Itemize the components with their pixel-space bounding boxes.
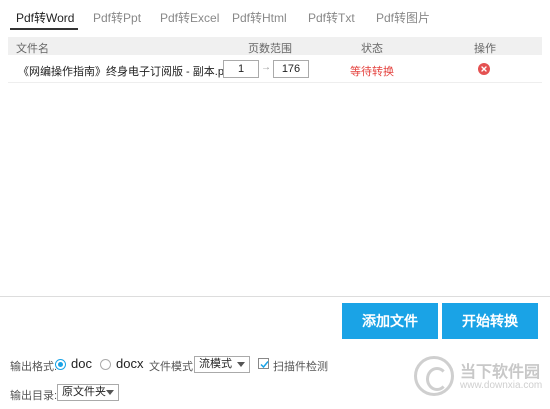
tab-pdf-to-word[interactable]: Pdf转Word [16,9,74,26]
file-mode-select[interactable]: 流模式 [194,356,250,373]
scan-detect-label[interactable]: 扫描件检测 [273,358,328,374]
tab-pdf-to-html[interactable]: Pdf转Html [232,9,287,26]
tab-pdf-to-image[interactable]: Pdf转图片 [376,9,430,26]
output-dir-value: 原文件夹 [62,386,106,398]
output-format-label: 输出格式: [10,361,58,373]
status-badge: 等待转换 [350,66,394,78]
tab-pdf-to-ppt[interactable]: Pdf转Ppt [93,9,141,26]
file-mode-value: 流模式 [199,358,232,370]
scan-detect-checkbox[interactable] [258,358,269,369]
chevron-down-icon [237,362,245,367]
output-dir-select[interactable]: 原文件夹 [57,384,119,401]
watermark-text: 当下软件园 [460,364,541,381]
format-doc-label[interactable]: doc [71,356,92,371]
file-table-header: 文件名 页数范围 状态 操作 [8,37,542,55]
add-file-button[interactable]: 添加文件 [342,303,438,339]
active-tab-indicator [10,28,78,30]
format-docx-label[interactable]: docx [116,356,143,371]
chevron-down-icon [106,390,114,395]
close-cross-glyph [481,66,487,72]
check-icon [260,361,269,369]
watermark-url: www.downxia.com [460,380,543,391]
range-arrow-icon: → [261,62,271,73]
page-from-input[interactable]: 1 [223,60,259,78]
content-divider [0,296,550,297]
format-doc-radio[interactable] [55,359,66,370]
column-header-status: 状态 [361,43,383,55]
page-to-input[interactable]: 176 [273,60,309,78]
file-mode-label: 文件模式: [149,361,197,373]
start-convert-button[interactable]: 开始转换 [442,303,538,339]
format-docx-radio[interactable] [100,359,111,370]
column-header-file-name: 文件名 [16,43,49,55]
table-row[interactable]: 《网编操作指南》终身电子订阅版 - 副本.pdf 1 → 176 等待转换 [8,55,542,83]
watermark-logo-icon [414,356,454,396]
output-dir-label: 输出目录: [10,390,58,402]
column-header-page-range: 页数范围 [248,43,292,55]
tab-bar: Pdf转Word Pdf转Ppt Pdf转Excel Pdf转Html Pdf转… [0,0,550,32]
tab-pdf-to-excel[interactable]: Pdf转Excel [160,9,219,26]
close-circle-icon[interactable] [478,63,490,75]
tab-pdf-to-txt[interactable]: Pdf转Txt [308,9,355,26]
file-name: 《网编操作指南》终身电子订阅版 - 副本.pdf [18,66,234,78]
column-header-action: 操作 [474,43,496,55]
watermark: 当下软件园 www.downxia.com [410,352,550,402]
